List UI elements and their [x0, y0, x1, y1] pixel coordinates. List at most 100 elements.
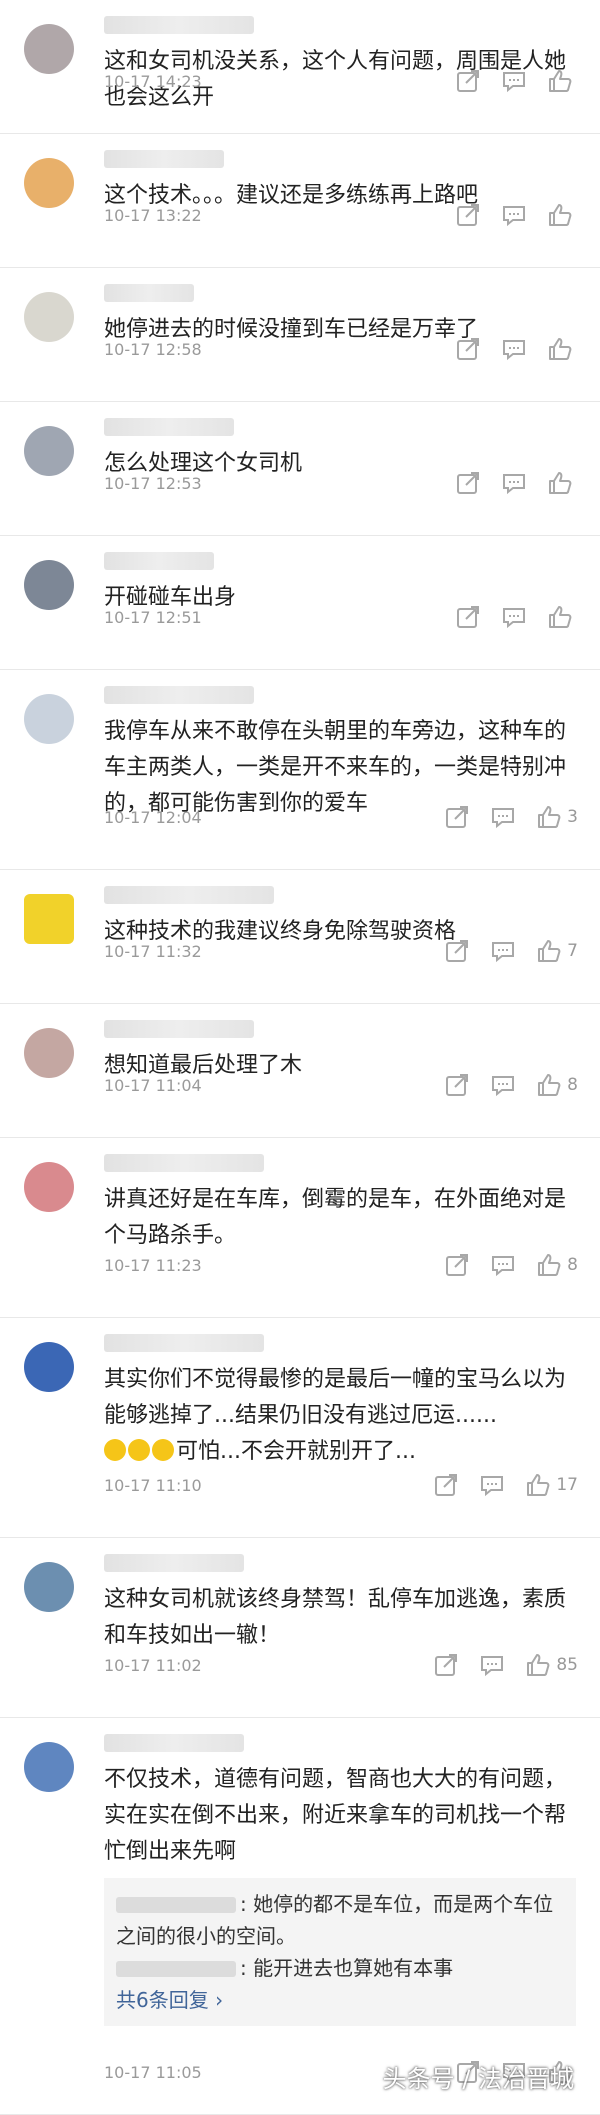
comment-item: 不仅技术，道德有问题，智商也大大的有问题，实在实在倒不出来，附近来拿车的司机找一…: [0, 1718, 600, 2115]
comment-actions: [436, 469, 578, 497]
watermark: 头条号 / 法治晋城: [382, 2065, 574, 2093]
share-button[interactable]: [454, 469, 482, 497]
like-button[interactable]: 8: [535, 1251, 578, 1279]
avatar[interactable]: [24, 158, 74, 208]
share-icon: [454, 469, 482, 497]
comment-time: 10-17 13:22: [104, 206, 202, 225]
username-blurred[interactable]: [104, 150, 224, 168]
reply-button[interactable]: [489, 1251, 517, 1279]
reply-button[interactable]: [489, 1071, 517, 1099]
username-blurred[interactable]: [104, 284, 194, 302]
avatar[interactable]: [24, 560, 74, 610]
username-blurred[interactable]: [104, 886, 274, 904]
like-button[interactable]: [546, 201, 578, 229]
like-count: 85: [556, 1655, 578, 1675]
share-icon: [443, 1251, 471, 1279]
reply-preview[interactable]: : 她停的都不是车位，而是两个车位之间的很小的空间。 : 能开进去也算她有本事 共6…: [104, 1878, 576, 2026]
username-blurred[interactable]: [104, 1554, 244, 1572]
share-button[interactable]: [454, 603, 482, 631]
avatar[interactable]: [24, 24, 74, 74]
avatar[interactable]: [24, 292, 74, 342]
share-button[interactable]: [454, 335, 482, 363]
share-button[interactable]: [454, 67, 482, 95]
avatar[interactable]: [24, 894, 74, 944]
comment-icon: [489, 1251, 517, 1279]
share-icon: [432, 1471, 460, 1499]
like-button[interactable]: 17: [524, 1471, 578, 1499]
comment-icon: [500, 335, 528, 363]
username-blurred[interactable]: [104, 418, 234, 436]
share-button[interactable]: [443, 803, 471, 831]
like-button[interactable]: 8: [535, 1071, 578, 1099]
comment-actions: [436, 335, 578, 363]
comment-icon: [500, 67, 528, 95]
avatar[interactable]: [24, 1028, 74, 1078]
comment-actions: 3: [425, 803, 578, 831]
comment-icon: [478, 1651, 506, 1679]
comment-item: 其实你们不觉得最惨的是最后一幢的宝马么以为能够逃掉了...结果仍旧没有逃过厄运.…: [0, 1318, 600, 1538]
reply-button[interactable]: [500, 67, 528, 95]
share-icon: [454, 201, 482, 229]
share-button[interactable]: [432, 1651, 460, 1679]
reply-username-blurred[interactable]: [116, 1961, 236, 1977]
like-button[interactable]: 85: [524, 1651, 578, 1679]
comment-item: 想知道最后处理了木 10-17 11:04 8: [0, 1004, 600, 1138]
comment-time: 10-17 11:05: [104, 2063, 202, 2082]
like-button[interactable]: [546, 335, 578, 363]
avatar[interactable]: [24, 694, 74, 744]
reply-item: : 她停的都不是车位，而是两个车位之间的很小的空间。: [116, 1892, 554, 1948]
comment-icon: [478, 1471, 506, 1499]
comment-time: 10-17 14:23: [104, 72, 202, 91]
thumbs-up-icon: [524, 1471, 552, 1499]
comment-actions: 17: [414, 1471, 578, 1499]
reply-button[interactable]: [500, 603, 528, 631]
comment-item: 讲真还好是在车库，倒霉的是车，在外面绝对是个马路杀手。 10-17 11:23 …: [0, 1138, 600, 1318]
like-button[interactable]: [546, 603, 578, 631]
thumbs-up-icon: [535, 803, 563, 831]
share-button[interactable]: [432, 1471, 460, 1499]
avatar[interactable]: [24, 1562, 74, 1612]
username-blurred[interactable]: [104, 1334, 264, 1352]
comment-item: 开碰碰车出身 10-17 12:51: [0, 536, 600, 670]
share-button[interactable]: [454, 201, 482, 229]
more-replies-link[interactable]: 共6条回复 ›: [116, 1984, 564, 2016]
reply-button[interactable]: [500, 469, 528, 497]
like-button[interactable]: 7: [535, 937, 578, 965]
comment-time: 10-17 11:04: [104, 1076, 202, 1095]
username-blurred[interactable]: [104, 1734, 244, 1752]
reply-button[interactable]: [500, 335, 528, 363]
thumbs-up-icon: [535, 937, 563, 965]
share-button[interactable]: [443, 937, 471, 965]
reply-button[interactable]: [489, 803, 517, 831]
reply-button[interactable]: [478, 1471, 506, 1499]
username-blurred[interactable]: [104, 1154, 264, 1172]
comment-icon: [500, 603, 528, 631]
like-button[interactable]: 3: [535, 803, 578, 831]
username-blurred[interactable]: [104, 552, 214, 570]
reply-item: : 能开进去也算她有本事: [116, 1952, 564, 1984]
comment-item: 她停进去的时候没撞到车已经是万幸了 10-17 12:58: [0, 268, 600, 402]
share-button[interactable]: [443, 1251, 471, 1279]
reply-button[interactable]: [478, 1651, 506, 1679]
like-button[interactable]: [546, 469, 578, 497]
comment-item: 这个技术。。。建议还是多练练再上路吧 10-17 13:22: [0, 134, 600, 268]
like-button[interactable]: [546, 67, 578, 95]
thumbs-up-icon: [535, 1071, 563, 1099]
avatar[interactable]: [24, 426, 74, 476]
reply-button[interactable]: [500, 201, 528, 229]
username-blurred[interactable]: [104, 1020, 254, 1038]
comment-item: 这种技术的我建议终身免除驾驶资格 10-17 11:32 7: [0, 870, 600, 1004]
reply-button[interactable]: [489, 937, 517, 965]
avatar[interactable]: [24, 1162, 74, 1212]
username-blurred[interactable]: [104, 686, 254, 704]
comment-text: 讲真还好是在车库，倒霉的是车，在外面绝对是个马路杀手。: [104, 1187, 567, 1248]
share-button[interactable]: [443, 1071, 471, 1099]
comment-actions: 8: [425, 1071, 578, 1099]
username-blurred[interactable]: [104, 16, 254, 34]
share-icon: [454, 335, 482, 363]
laugh-emoji-icon: [152, 1439, 174, 1461]
avatar[interactable]: [24, 1342, 74, 1392]
comment-item: 这和女司机没关系，这个人有问题，周围是人她也会这么开 10-17 14:23: [0, 0, 600, 134]
reply-username-blurred[interactable]: [116, 1897, 236, 1913]
avatar[interactable]: [24, 1742, 74, 1792]
